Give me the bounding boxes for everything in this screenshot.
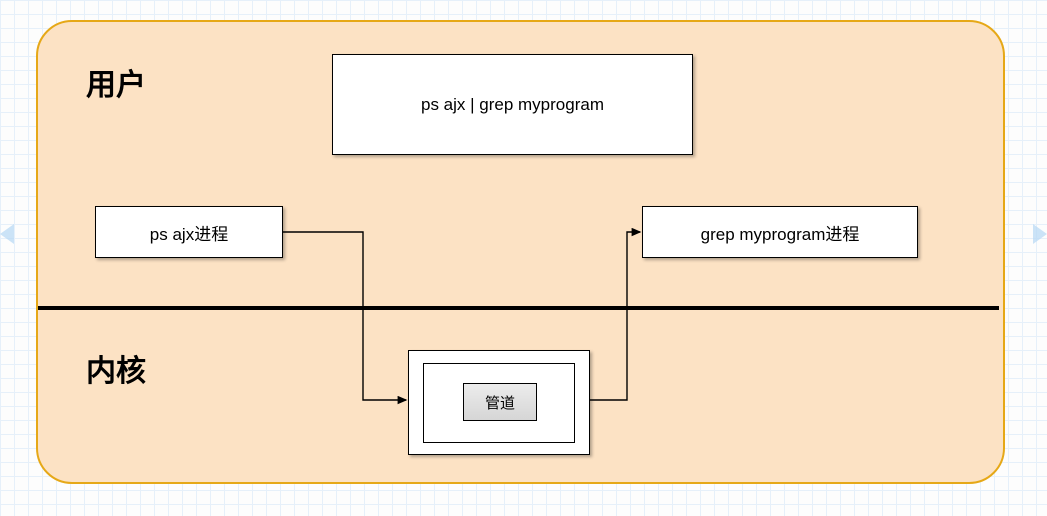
grep-process-label: grep myprogram进程 [701, 220, 860, 245]
pipe-buffer-mid: 管道 [423, 363, 575, 443]
diagram-canvas: 用户 内核 ps ajx | grep myprogram ps ajx进程 g… [0, 0, 1047, 516]
canvas-edge-arrow-left-icon [0, 224, 14, 244]
grep-process-box: grep myprogram进程 [642, 206, 918, 258]
ps-process-label: ps ajx进程 [150, 220, 228, 245]
command-box: ps ajx | grep myprogram [332, 54, 693, 155]
pipe-label-box: 管道 [463, 383, 537, 421]
user-kernel-divider [38, 306, 999, 310]
pipe-buffer-outer: 管道 [408, 350, 590, 455]
command-text: ps ajx | grep myprogram [421, 95, 604, 115]
pipe-label: 管道 [485, 392, 515, 413]
ps-process-box: ps ajx进程 [95, 206, 283, 258]
user-space-label: 用户 [86, 60, 146, 104]
canvas-edge-arrow-right-icon [1033, 224, 1047, 244]
kernel-space-label: 内核 [86, 346, 146, 390]
